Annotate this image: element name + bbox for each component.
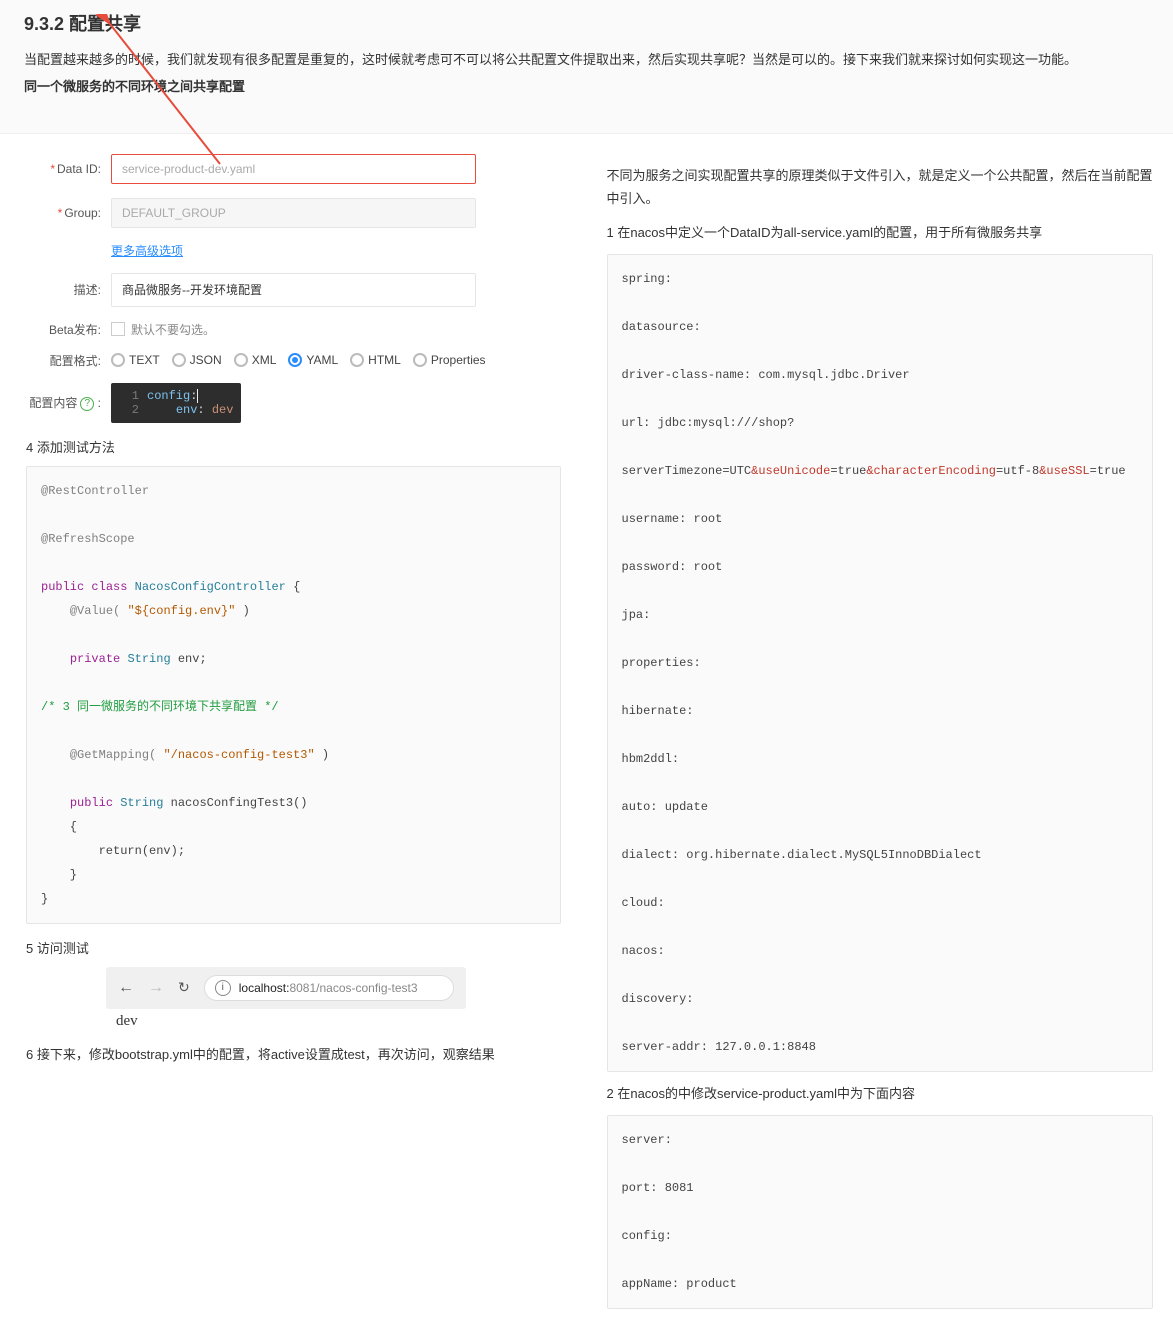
refresh-icon[interactable]: ↻ [178,979,190,996]
content-label: 配置内容? : [26,394,111,411]
yaml-block-1: spring: datasource: driver-class-name: c… [607,254,1154,1072]
dataid-label: *Data ID: [26,162,111,176]
java-code-block: @RestController @RefreshScope public cla… [26,466,561,924]
intro-subheading: 同一个微服务的不同环境之间共享配置 [24,75,1149,98]
intro-paragraph: 当配置越来越多的时候，我们就发现有很多配置是重复的，这时候就考虑可不可以将公共配… [24,48,1149,71]
format-json[interactable]: JSON [172,353,222,367]
beta-label: Beta发布: [26,321,111,338]
right-intro: 不同为服务之间实现配置共享的原理类似于文件引入，就是定义一个公共配置，然后在当前… [607,164,1154,211]
right-column: 不同为服务之间实现配置共享的原理类似于文件引入，就是定义一个公共配置，然后在当前… [587,134,1173,1339]
yaml-block-2: server: port: 8081 config: appName: prod… [607,1115,1154,1309]
step-6-title: 6 接下来，修改bootstrap.yml中的配置，将active设置成test… [26,1044,561,1063]
right-step-2: 2 在nacos的中修改service-product.yaml中为下面内容 [607,1082,1154,1105]
url-bar[interactable]: i localhost:8081/nacos-config-test3 [204,975,454,1001]
format-html[interactable]: HTML [350,353,401,367]
browser-bar: ← → ↻ i localhost:8081/nacos-config-test… [106,967,466,1009]
advanced-options-link[interactable]: 更多高级选项 [111,242,183,259]
left-column: *Data ID: *Group: 更多高级选项 描述: Beta发布: 默认不… [0,134,587,1093]
group-input[interactable] [111,198,476,228]
format-xml[interactable]: XML [234,353,277,367]
help-icon[interactable]: ? [80,397,94,411]
format-properties[interactable]: Properties [413,353,486,367]
right-step-1: 1 在nacos中定义一个DataID为all-service.yaml的配置，… [607,221,1154,244]
format-label: 配置格式: [26,352,111,369]
step-5-title: 5 访问测试 [26,938,561,957]
desc-label: 描述: [26,281,111,298]
format-radio-group: TEXT JSON XML YAML HTML Properties [111,353,486,367]
group-label: *Group: [26,206,111,220]
beta-checkbox[interactable] [111,322,125,336]
step-4-title: 4 添加测试方法 [26,437,561,456]
desc-input[interactable] [111,273,476,307]
yaml-editor[interactable]: 1config: 2 env: dev [111,383,241,423]
browser-output: dev [116,1013,561,1030]
intro-header: 9.3.2 配置共享 当配置越来越多的时候，我们就发现有很多配置是重复的，这时候… [0,0,1173,134]
format-text[interactable]: TEXT [111,353,160,367]
section-title: 9.3.2 配置共享 [24,10,1149,36]
title-text: 9.3.2 配置共享 [24,14,141,34]
back-icon[interactable]: ← [118,979,134,997]
info-icon: i [215,980,231,996]
forward-icon[interactable]: → [148,979,164,997]
format-yaml[interactable]: YAML [288,353,338,367]
dataid-input[interactable] [111,154,476,184]
beta-hint: 默认不要勾选。 [131,321,215,338]
